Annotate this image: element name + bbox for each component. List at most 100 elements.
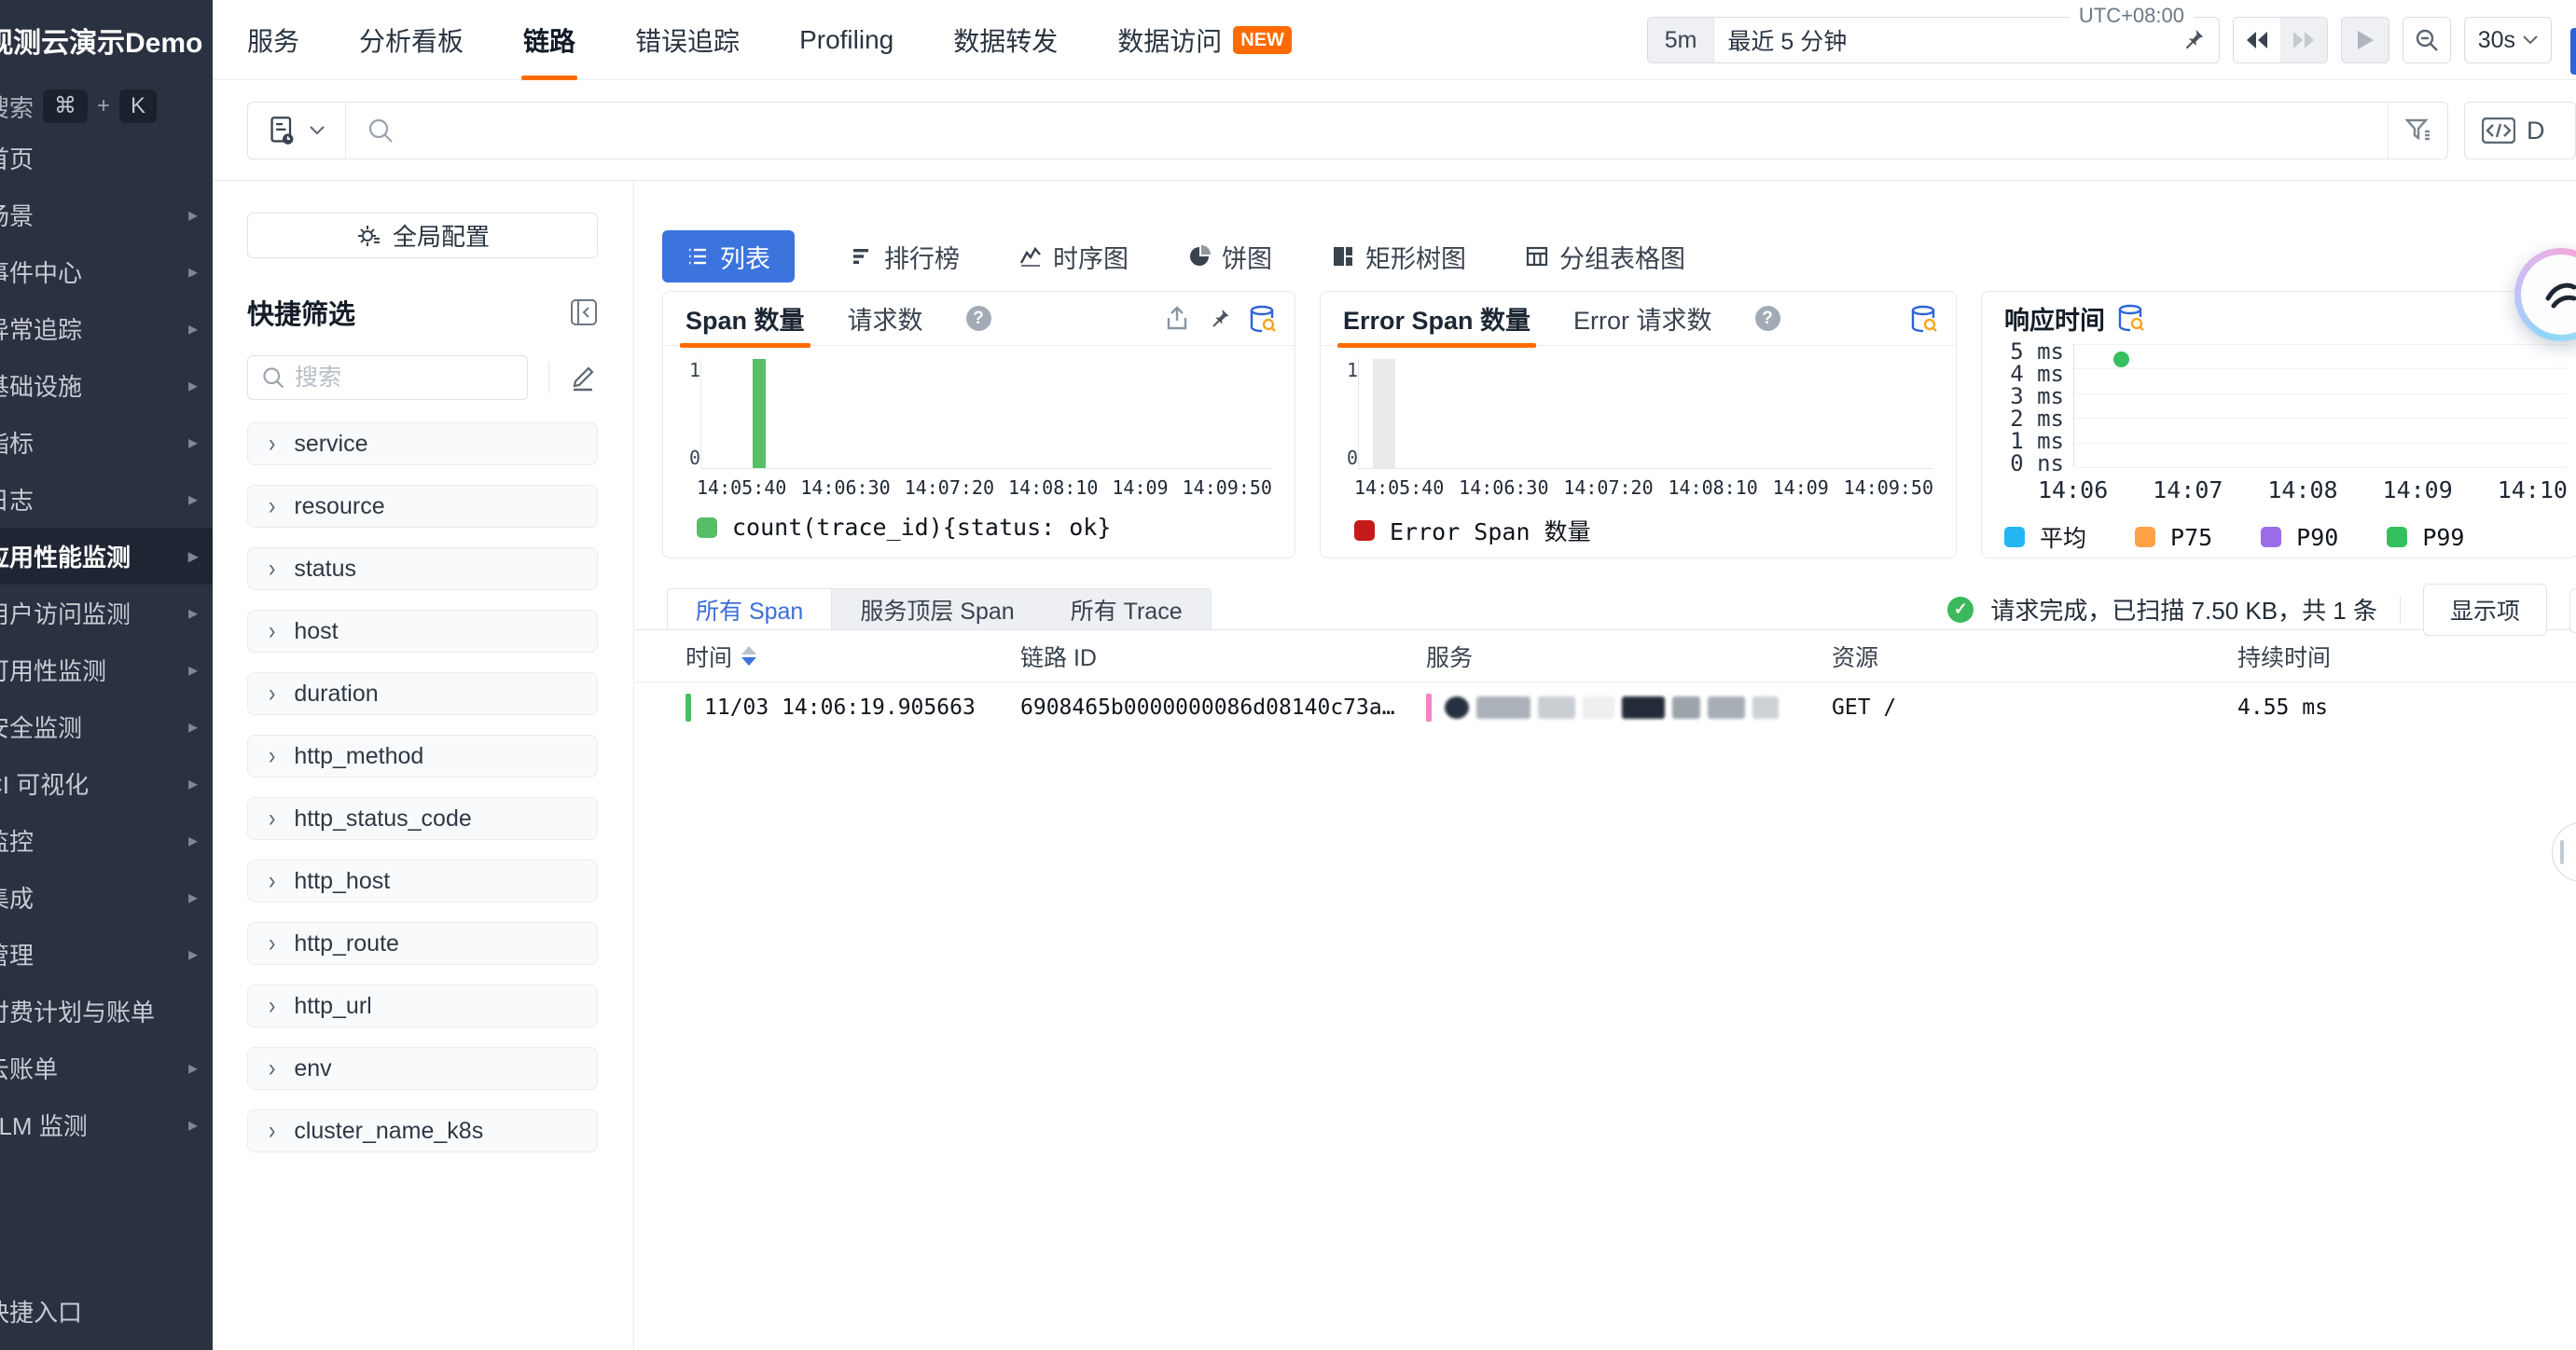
search-input[interactable] (395, 103, 2388, 158)
sidebar-item-首页[interactable]: 首页 (0, 130, 213, 186)
view-tab-列表[interactable]: 列表 (662, 230, 795, 282)
time-back-button[interactable] (2234, 18, 2280, 62)
response-time-plot[interactable] (2073, 344, 2568, 467)
nav-tab-服务[interactable]: 服务 (247, 0, 299, 80)
column-header-时间[interactable]: 时间 (686, 640, 1020, 673)
view-tab-label: 分组表格图 (1559, 239, 1685, 275)
legend-item-P99[interactable]: P99 (2387, 524, 2464, 551)
sidebar-item-LLM 监测[interactable]: LLM 监测▸ (0, 1096, 213, 1153)
nav-tab-分析看板[interactable]: 分析看板 (359, 0, 464, 80)
help-icon[interactable]: ? (1755, 306, 1780, 331)
span-count-plot[interactable] (700, 359, 1272, 469)
nav-tab-Profiling[interactable]: Profiling (799, 0, 893, 80)
sidebar-item-事件中心[interactable]: 事件中心▸ (0, 243, 213, 300)
view-tab-饼图[interactable]: 饼图 (1184, 230, 1276, 282)
sidebar-item-用户访问监测[interactable]: 用户访问监测▸ (0, 585, 213, 641)
view-tab-矩形树图[interactable]: 矩形树图 (1328, 230, 1470, 282)
sidebar-item-quick-entry[interactable]: 快捷入口 (0, 1287, 213, 1335)
sidebar-item-基础设施[interactable]: 基础设施▸ (0, 357, 213, 414)
sidebar-item-管理[interactable]: 管理▸ (0, 926, 213, 983)
sidebar-item-监控[interactable]: 监控▸ (0, 812, 213, 869)
collapse-panel-icon[interactable] (570, 298, 598, 326)
query-data-icon[interactable] (2116, 304, 2144, 332)
table-tab-服务顶层 Span[interactable]: 服务顶层 Span (832, 589, 1042, 629)
filter-field-http_route[interactable]: ›http_route (247, 922, 598, 965)
span-count-legend[interactable]: count(trace_id){status: ok} (663, 499, 1295, 541)
view-tab-时序图[interactable]: 时序图 (1016, 230, 1132, 282)
play-button[interactable] (2341, 17, 2389, 63)
dql-mode-button[interactable]: D (2464, 102, 2576, 159)
pin-icon[interactable] (2180, 27, 2206, 53)
sidebar-item-云账单[interactable]: 云账单▸ (0, 1040, 213, 1096)
table-tab-所有 Span[interactable]: 所有 Span (668, 589, 832, 629)
p99-data-point[interactable] (2113, 351, 2129, 367)
sidebar-item-集成[interactable]: 集成▸ (0, 869, 213, 926)
filter-field-http_method[interactable]: ›http_method (247, 735, 598, 778)
filter-field-http_host[interactable]: ›http_host (247, 860, 598, 902)
global-config-button[interactable]: 全局配置 (247, 213, 598, 258)
filter-field-http_url[interactable]: ›http_url (247, 985, 598, 1027)
legend-item-P90[interactable]: P90 (2261, 524, 2338, 551)
table-row[interactable]: 11/03 14:06:19.9056636908465b0000000086d… (635, 682, 2576, 733)
sidebar-item-日志[interactable]: 日志▸ (0, 471, 213, 528)
nav-tab-错误追踪[interactable]: 错误追踪 (635, 0, 740, 80)
sidebar-item-CI 可视化[interactable]: CI 可视化▸ (0, 755, 213, 812)
edge-partial-button[interactable] (2569, 588, 2576, 633)
query-mode-selector[interactable] (248, 103, 346, 158)
time-range-chip[interactable]: 5m (1648, 18, 1715, 62)
query-data-icon[interactable] (1248, 305, 1276, 333)
nav-tab-数据转发[interactable]: 数据转发 (953, 0, 1058, 80)
search-icon (261, 365, 285, 390)
sort-toggle[interactable] (741, 646, 756, 666)
sidebar-item-付费计划与账单[interactable]: 付费计划与账单 (0, 983, 213, 1040)
sidebar-search[interactable]: 搜索 ⌘ + K (0, 82, 213, 131)
table-tab-所有 Trace[interactable]: 所有 Trace (1043, 589, 1211, 629)
sidebar-item-安全监测[interactable]: 安全监测▸ (0, 698, 213, 755)
view-tab-分组表格图[interactable]: 分组表格图 (1522, 230, 1689, 282)
legend-item-平均[interactable]: 平均 (2004, 520, 2086, 554)
filter-field-status[interactable]: ›status (247, 547, 598, 590)
sidebar-item-应用性能监测[interactable]: 应用性能监测▸ (0, 528, 213, 585)
y-tick: 2 ms (1995, 407, 2064, 430)
error-span-legend[interactable]: Error Span 数量 (1321, 499, 1956, 547)
resource-value: GET / (1832, 696, 1896, 720)
sidebar-item-指标[interactable]: 指标▸ (0, 414, 213, 471)
sidebar-item-可用性监测[interactable]: 可用性监测▸ (0, 641, 213, 698)
time-forward-button[interactable] (2280, 18, 2327, 62)
filter-search-input[interactable] (295, 365, 491, 392)
export-icon[interactable] (1164, 306, 1190, 332)
query-data-icon[interactable] (1909, 305, 1937, 333)
chart-tab-Span 数量[interactable]: Span 数量 (686, 292, 805, 346)
column-header-链路 ID: 链路 ID (1020, 640, 1426, 673)
filter-field-env[interactable]: ›env (247, 1047, 598, 1090)
filter-field-cluster_name_k8s[interactable]: ›cluster_name_k8s (247, 1109, 598, 1152)
filter-field-service[interactable]: ›service (247, 422, 598, 465)
filter-field-host[interactable]: ›host (247, 610, 598, 653)
chart-tab-Error Span 数量[interactable]: Error Span 数量 (1343, 292, 1530, 346)
edge-blue-button[interactable] (2570, 28, 2576, 75)
x-tick: 14:06 (2038, 476, 2108, 503)
filter-field-resource[interactable]: ›resource (247, 485, 598, 528)
help-icon[interactable]: ? (966, 306, 991, 331)
span-count-bar[interactable] (753, 359, 766, 468)
zoom-out-icon[interactable] (2403, 17, 2451, 63)
nav-tab-链路[interactable]: 链路 (523, 0, 575, 80)
view-tab-排行榜[interactable]: 排行榜 (847, 230, 963, 282)
chart-tab-请求数[interactable]: 请求数 (848, 292, 923, 346)
legend-item-P75[interactable]: P75 (2135, 524, 2212, 551)
pin-icon[interactable] (1207, 307, 1231, 331)
display-options-button[interactable]: 显示项 (2423, 584, 2547, 636)
workspace-logo[interactable]: 观测云演示Demo (0, 0, 213, 80)
nav-tab-数据访问[interactable]: 数据访问NEW (1117, 0, 1292, 80)
sidebar-item-label: 管理 (0, 937, 188, 971)
filter-field-http_status_code[interactable]: ›http_status_code (247, 797, 598, 840)
sidebar-item-场景[interactable]: 场景▸ (0, 186, 213, 243)
sidebar-item-异常追踪[interactable]: 异常追踪▸ (0, 300, 213, 357)
error-span-plot[interactable] (1358, 359, 1933, 469)
refresh-interval-dropdown[interactable]: 30s (2464, 17, 2552, 63)
x-tick: 14:07:20 (905, 476, 994, 499)
edit-pencil-icon[interactable] (568, 363, 596, 393)
filter-field-duration[interactable]: ›duration (247, 672, 598, 715)
filter-funnel-button[interactable] (2388, 103, 2447, 158)
chart-tab-Error 请求数[interactable]: Error 请求数 (1573, 292, 1712, 346)
